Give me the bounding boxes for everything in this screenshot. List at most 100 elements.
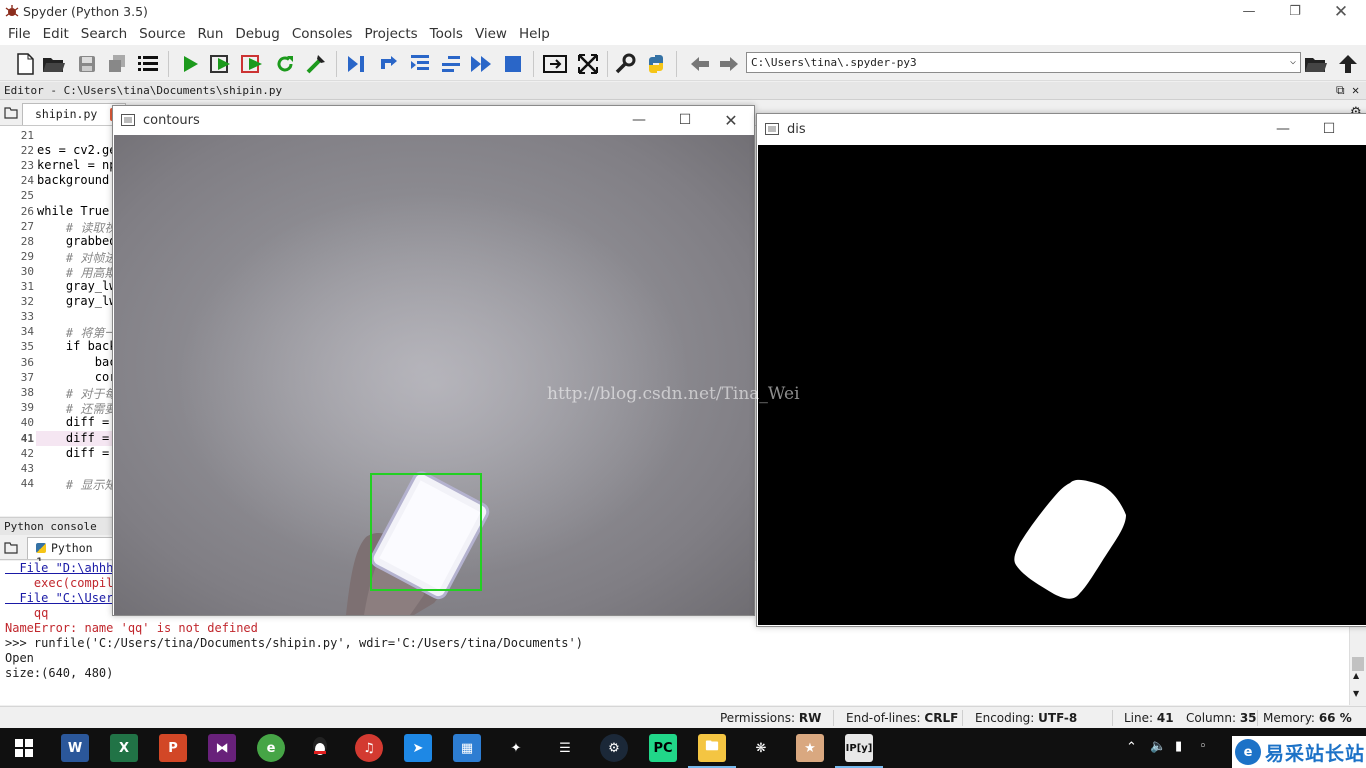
undock-icon[interactable]: ⧉	[1336, 83, 1345, 98]
menu-file[interactable]: File	[2, 26, 37, 42]
close-button[interactable]: ✕	[708, 106, 754, 134]
qq-icon[interactable]	[306, 734, 334, 762]
browse-tabs-icon[interactable]	[4, 106, 18, 123]
status-encoding: Encoding: UTF-8	[975, 711, 1078, 725]
line-number: 29	[20, 249, 34, 263]
toolbar-separator	[533, 51, 534, 77]
new-file-icon[interactable]	[12, 51, 38, 77]
gear-app-icon[interactable]: ❋	[747, 734, 775, 762]
minimize-button[interactable]: —	[1260, 114, 1306, 144]
python-icon	[36, 543, 46, 553]
debug-icon[interactable]	[303, 51, 329, 77]
parent-dir-arrow-icon[interactable]	[1335, 51, 1361, 77]
contours-window[interactable]: contours — ☐ ✕	[112, 105, 755, 616]
pycharm-icon[interactable]: PC	[649, 734, 677, 762]
line-number: 32	[20, 295, 34, 309]
rerun-icon[interactable]	[272, 51, 298, 77]
outline-list-icon[interactable]	[135, 51, 161, 77]
line-number: 30	[20, 264, 34, 278]
code-line: kernel = np	[37, 158, 113, 173]
python-path-icon[interactable]	[643, 51, 669, 77]
run-icon[interactable]	[177, 51, 203, 77]
scroll-down-icon[interactable]: ▼	[1353, 689, 1359, 698]
file-explorer-icon[interactable]: 🖿	[698, 734, 726, 762]
menu-run[interactable]: Run	[192, 26, 230, 42]
scroll-up-icon[interactable]: ▲	[1353, 671, 1359, 680]
menu-help[interactable]: Help	[513, 26, 556, 42]
menu-edit[interactable]: Edit	[37, 26, 75, 42]
preferences-wrench-icon[interactable]	[612, 51, 638, 77]
photo-app-icon[interactable]: ★	[796, 734, 824, 762]
console-line: >>> runfile('C:/Users/tina/Documents/shi…	[5, 636, 583, 650]
ipython-icon[interactable]: IP[y]	[845, 734, 873, 762]
menu-debug[interactable]: Debug	[229, 26, 285, 42]
debug-step-icon[interactable]	[343, 51, 369, 77]
save-file-icon[interactable]	[74, 51, 100, 77]
code-editor[interactable]: 21 22 es = cv2.ge 23 kernel = np 24 background…	[0, 126, 113, 516]
close-pane-icon[interactable]: ✕	[1352, 83, 1359, 97]
menu-tools[interactable]: Tools	[424, 26, 469, 42]
browser-icon[interactable]: e	[257, 734, 285, 762]
toolbar-separator	[336, 51, 337, 77]
maximize-pane-icon[interactable]	[542, 51, 568, 77]
close-button[interactable]: ✕	[1318, 0, 1364, 23]
tab-shipin[interactable]: shipin.py ✕	[22, 103, 127, 125]
line-number: 21	[20, 129, 34, 142]
chevron-down-icon[interactable]: ⌵	[1290, 56, 1296, 67]
visual-studio-icon[interactable]: ⧓	[208, 734, 236, 762]
restore-button[interactable]: ❐	[1272, 0, 1318, 23]
word-icon[interactable]: W	[61, 734, 89, 762]
minimize-button[interactable]: —	[1226, 0, 1272, 23]
browse-folder-icon[interactable]	[1303, 51, 1329, 77]
cloud-app-icon[interactable]: ☰	[551, 734, 579, 762]
network-app-icon[interactable]: ✦	[502, 734, 530, 762]
open-file-icon[interactable]	[41, 51, 67, 77]
continue-icon[interactable]	[468, 51, 494, 77]
maximize-button[interactable]: ☐	[1306, 114, 1352, 144]
netease-music-icon[interactable]: ♫	[355, 734, 383, 762]
menu-view[interactable]: View	[469, 26, 513, 42]
tab-python-console[interactable]: Python 1	[27, 537, 117, 569]
fullscreen-icon[interactable]	[575, 51, 601, 77]
run-cell-icon[interactable]	[208, 51, 234, 77]
line-number: 25	[20, 189, 34, 203]
maximize-button[interactable]: ☐	[662, 106, 708, 134]
back-arrow-icon[interactable]	[687, 51, 713, 77]
windows-start-icon[interactable]	[10, 734, 38, 762]
dis-title: dis	[787, 121, 806, 137]
battery-icon[interactable]: ▮	[1175, 739, 1182, 754]
status-bar: Permissions: RW End-of-lines: CRLF Encod…	[0, 706, 1366, 728]
save-all-icon[interactable]	[104, 51, 130, 77]
console-line: size:(640, 480)	[5, 666, 114, 680]
stop-icon[interactable]	[500, 51, 526, 77]
forward-arrow-icon[interactable]	[716, 51, 742, 77]
contours-title-bar[interactable]: contours — ☐ ✕	[113, 106, 754, 134]
tray-chevron-up-icon[interactable]: ⌃	[1126, 740, 1137, 755]
step-over-icon[interactable]	[376, 51, 402, 77]
step-into-icon[interactable]	[407, 51, 433, 77]
minimize-button[interactable]: —	[616, 106, 662, 134]
run-cell-advance-icon[interactable]	[240, 51, 266, 77]
code-line: if back	[37, 339, 113, 354]
line-number: 31	[20, 280, 34, 293]
app-grid-icon[interactable]: ▦	[453, 734, 481, 762]
code-line: gray_lw	[37, 294, 113, 309]
steam-icon[interactable]: ⚙	[600, 734, 628, 762]
console-line: NameError: name 'qq' is not defined	[5, 621, 258, 635]
volume-icon[interactable]: 🔈	[1150, 739, 1166, 754]
menu-source[interactable]: Source	[133, 26, 191, 42]
brand-watermark: e 易采站长站	[1232, 736, 1366, 768]
browse-tabs-icon[interactable]	[4, 541, 18, 558]
step-return-icon[interactable]	[438, 51, 464, 77]
menu-consoles[interactable]: Consoles	[286, 26, 359, 42]
dis-title-bar[interactable]: dis — ☐	[757, 114, 1366, 144]
menu-search[interactable]: Search	[75, 26, 133, 42]
wifi-icon[interactable]: ◦	[1199, 739, 1207, 754]
feishu-arrow-icon[interactable]: ➤	[404, 734, 432, 762]
excel-icon[interactable]: X	[110, 734, 138, 762]
working-directory-combo[interactable]: C:\Users\tina\.spyder-py3 ⌵	[746, 52, 1301, 73]
menu-projects[interactable]: Projects	[358, 26, 423, 42]
dis-window[interactable]: dis — ☐	[756, 113, 1366, 627]
powerpoint-icon[interactable]: P	[159, 734, 187, 762]
scroll-thumb[interactable]	[1352, 657, 1364, 671]
